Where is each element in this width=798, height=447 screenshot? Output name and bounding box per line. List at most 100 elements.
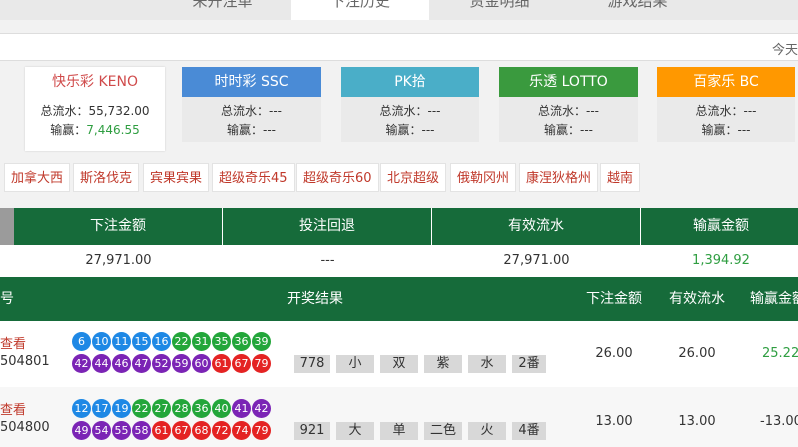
turnover-value: --- [586, 104, 599, 118]
win-value: --- [580, 123, 593, 137]
region-beijing-super[interactable]: 北京超级 [380, 163, 447, 192]
result-ball: 12 [72, 399, 91, 418]
win-value: --- [737, 123, 751, 137]
bet-amount: 13.00 [595, 414, 633, 429]
summary-header-winloss: 输赢金额 [693, 218, 749, 234]
result-ball: 36 [232, 332, 251, 351]
summary-header: 下注金额 投注回退 有效流水 输赢金额 [14, 208, 798, 245]
win-label: 输赢： [226, 123, 263, 137]
region-canada-west[interactable]: 加拿大西 [4, 163, 71, 192]
card-pk10[interactable]: PK拾 总流水：--- 输赢：--- [341, 67, 479, 147]
card-keno[interactable]: 快乐彩 KENO 总流水：55,732.00 输赢：7,446.55 [25, 67, 165, 151]
region-super-keno-45[interactable]: 超级奇乐45 [212, 163, 295, 192]
result-ball: 58 [132, 421, 151, 440]
region-vietnam[interactable]: 越南 [600, 163, 641, 192]
card-pk10-stats: 总流水：--- 输赢：--- [341, 97, 479, 142]
card-pk10-title: PK拾 [341, 67, 479, 97]
tab-bet-history[interactable]: 下注历史 [291, 0, 429, 20]
region-bingo[interactable]: 宾果宾果 [143, 163, 210, 192]
result-ball: 10 [92, 332, 111, 351]
card-ssc-title: 时时彩 SSC [182, 67, 321, 97]
history-header-winloss: 输赢金额 [750, 291, 798, 307]
view-link[interactable]: 查看 [0, 333, 26, 352]
turnover-value: 55,732.00 [88, 104, 150, 118]
result-ball: 16 [152, 332, 171, 351]
summary-valid-value: 27,971.00 [503, 253, 570, 268]
result-tag: 小 [336, 355, 374, 373]
result-tag: 921 [294, 422, 330, 440]
history-header-bet: 下注金额 [586, 291, 642, 307]
card-baccarat-stats: 总流水：--- 输赢：--- [657, 97, 795, 142]
result-ball: 35 [212, 332, 231, 351]
tab-game-results[interactable]: 游戏结果 [590, 0, 685, 20]
result-ball: 11 [112, 332, 131, 351]
result-ball: 44 [92, 354, 111, 373]
win-label: 输赢： [50, 123, 87, 137]
result-ball: 28 [172, 399, 191, 418]
summary-winloss-value: 1,394.92 [692, 253, 750, 268]
result-tag: 大 [336, 422, 374, 440]
win-label: 输赢： [543, 123, 580, 137]
bet-amount: 26.00 [595, 346, 633, 361]
summary-header-valid: 有效流水 [432, 208, 641, 245]
date-filter-bar[interactable]: 今天 [0, 33, 798, 61]
card-lotto-stats: 总流水：--- 输赢：--- [499, 97, 638, 142]
result-ball: 59 [172, 354, 191, 373]
result-ball: 47 [132, 354, 151, 373]
result-tag: 火 [468, 422, 506, 440]
date-filter-label[interactable]: 今天 [772, 39, 798, 58]
result-ball: 42 [252, 399, 271, 418]
result-tag: 778 [294, 355, 330, 373]
result-ball: 46 [112, 354, 131, 373]
result-tag: 2番 [512, 355, 546, 373]
summary-refund-value: --- [320, 253, 335, 268]
card-ssc-stats: 总流水：--- 输赢：--- [182, 97, 321, 142]
tab-open-bets[interactable]: 未开注单 [175, 0, 270, 20]
result-ball: 19 [112, 399, 131, 418]
history-header-issue: 号 [0, 291, 14, 307]
result-balls-bottom: 42 44 46 47 52 59 60 61 67 79 [72, 354, 272, 373]
result-tag: 水 [468, 355, 506, 373]
result-ball: 17 [92, 399, 111, 418]
result-ball: 79 [252, 421, 271, 440]
result-ball: 52 [152, 354, 171, 373]
region-connecticut[interactable]: 康涅狄格州 [519, 163, 599, 192]
top-tab-bar: 未开注单 下注历史 资金明细 游戏结果 [0, 0, 798, 20]
turnover-value: --- [427, 104, 441, 118]
result-tags: 778 小双紫水 2番 [294, 355, 552, 373]
result-ball: 60 [192, 354, 211, 373]
history-header-result: 开奖结果 [287, 291, 343, 307]
result-balls-top: 6 10 11 15 16 22 31 35 36 39 [72, 332, 272, 351]
valid-amount: 26.00 [678, 346, 716, 361]
result-ball: 15 [132, 332, 151, 351]
card-lotto[interactable]: 乐透 LOTTO 总流水：--- 输赢：--- [499, 67, 638, 147]
card-ssc[interactable]: 时时彩 SSC 总流水：--- 输赢：--- [182, 67, 321, 147]
result-ball: 41 [232, 399, 251, 418]
result-ball: 61 [212, 354, 231, 373]
result-ball: 72 [212, 421, 231, 440]
result-ball: 31 [192, 332, 211, 351]
result-tag: 双 [380, 355, 418, 373]
result-ball: 74 [232, 421, 251, 440]
result-ball: 40 [212, 399, 231, 418]
card-keno-stats: 总流水：55,732.00 输赢：7,446.55 [25, 97, 165, 142]
result-balls-top: 12 17 19 22 27 28 36 40 41 42 [72, 399, 272, 418]
win-label: 输赢： [385, 123, 422, 137]
result-ball: 27 [152, 399, 171, 418]
card-keno-title: 快乐彩 KENO [25, 67, 165, 97]
card-baccarat[interactable]: 百家乐 BC 总流水：--- 输赢：--- [657, 67, 795, 147]
region-slovakia[interactable]: 斯洛伐克 [73, 163, 140, 192]
turnover-label: 总流水： [220, 104, 269, 118]
turnover-value: --- [743, 104, 757, 118]
summary-header-refund: 投注回退 [223, 208, 432, 245]
result-ball: 36 [192, 399, 211, 418]
result-ball: 6 [72, 332, 91, 351]
history-header-valid: 有效流水 [669, 291, 725, 307]
region-super-keno-60[interactable]: 超级奇乐60 [296, 163, 379, 192]
region-oregon[interactable]: 俄勒冈州 [450, 163, 517, 192]
result-ball: 22 [172, 332, 191, 351]
view-link[interactable]: 查看 [0, 399, 26, 418]
result-tag: 紫 [424, 355, 462, 373]
result-ball: 55 [112, 421, 131, 440]
tab-fund-details[interactable]: 资金明细 [452, 0, 547, 20]
